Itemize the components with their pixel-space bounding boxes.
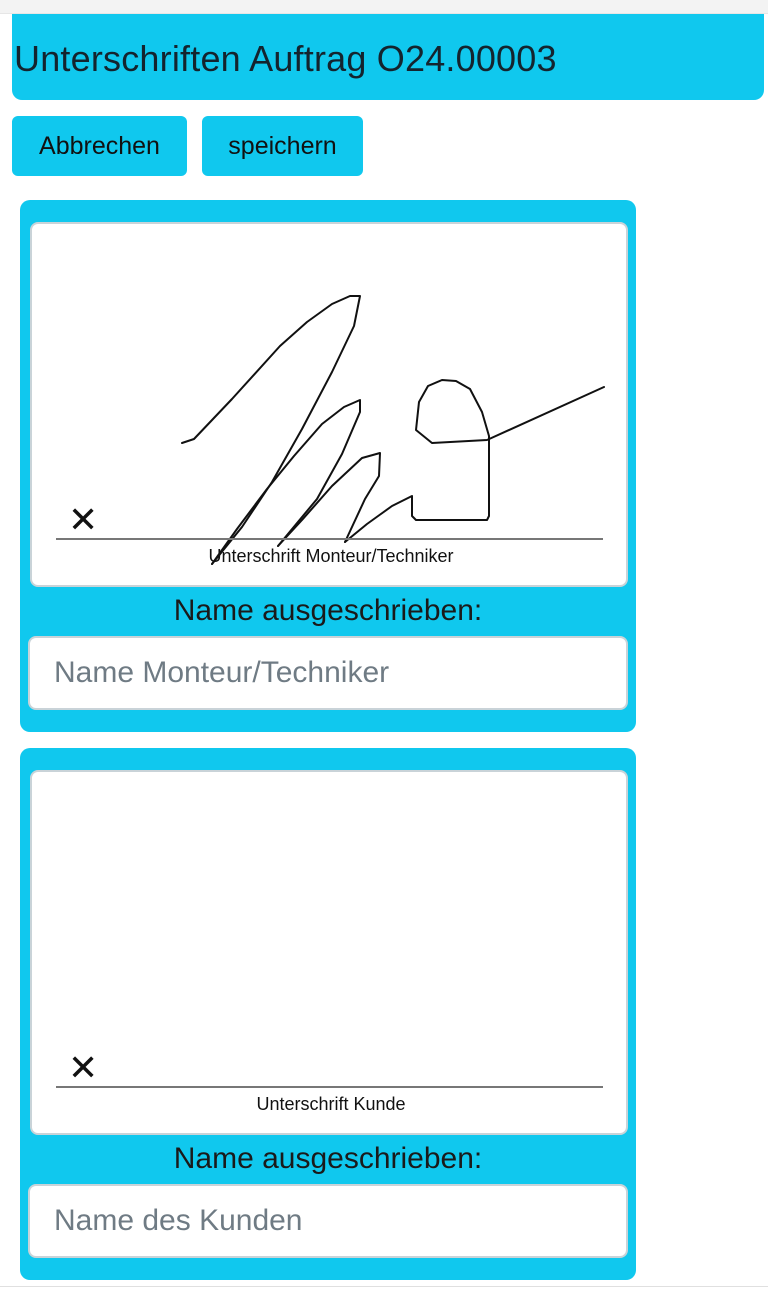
signature-line	[56, 1086, 603, 1088]
signature-x-mark: ✕	[68, 499, 99, 540]
signature-x-mark: ✕	[68, 1047, 99, 1088]
signature-caption: Unterschrift Monteur/Techniker	[208, 546, 454, 566]
name-label: Name ausgeschrieben:	[173, 1142, 483, 1175]
technician-signature-pad[interactable]: ✕ Unterschrift Monteur/Techniker	[30, 222, 628, 587]
technician-name-input[interactable]	[28, 636, 628, 710]
name-label: Name ausgeschrieben:	[173, 594, 483, 627]
technician-signature-stroke	[181, 295, 605, 565]
page-header: Unterschriften Auftrag O24.00003	[12, 14, 764, 100]
bottom-divider	[0, 1286, 768, 1287]
customer-signature-panel: ✕ Unterschrift Kunde Name ausgeschrieben…	[20, 748, 636, 1280]
signature-line	[56, 538, 603, 540]
status-strip	[0, 0, 768, 14]
page-title: Unterschriften Auftrag O24.00003	[14, 38, 557, 79]
signature-caption: Unterschrift Kunde	[256, 1094, 406, 1114]
customer-name-input[interactable]	[28, 1184, 628, 1258]
save-button[interactable]: speichern	[202, 116, 363, 176]
cancel-button[interactable]: Abbrechen	[12, 116, 187, 176]
technician-signature-panel: ✕ Unterschrift Monteur/Techniker Name au…	[20, 200, 636, 732]
customer-signature-pad[interactable]: ✕ Unterschrift Kunde	[30, 770, 628, 1135]
